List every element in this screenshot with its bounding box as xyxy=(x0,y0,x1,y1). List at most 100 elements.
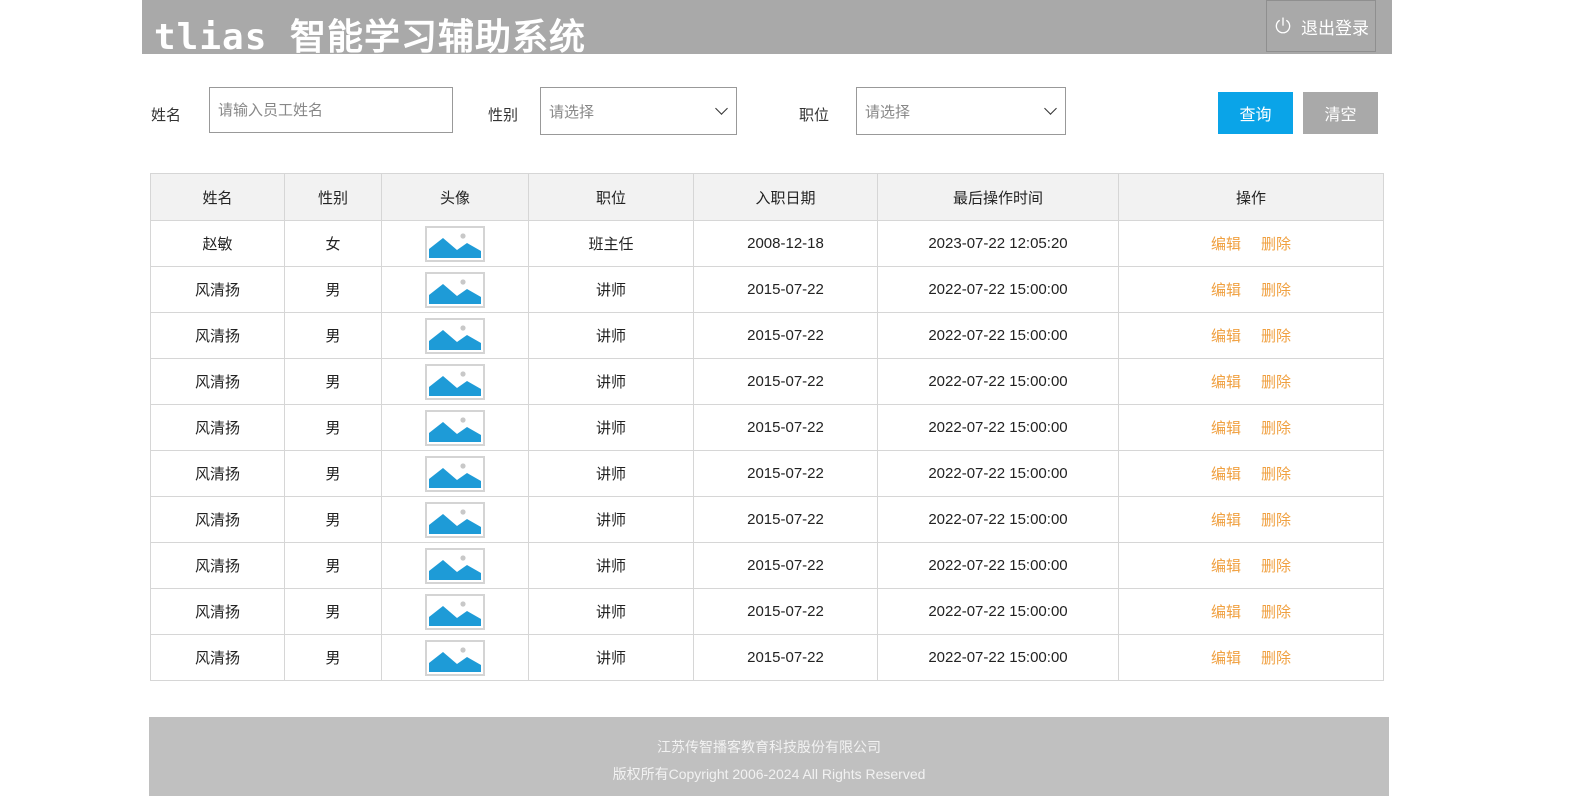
cell-entry-date: 2015-07-22 xyxy=(693,588,878,635)
image-placeholder-icon xyxy=(425,363,485,400)
cell-actions: 编辑 删除 xyxy=(1118,312,1384,359)
table-row: 风清扬男 讲师 2015-07-22 2022-07-22 15:00:00 编辑 删除 xyxy=(150,266,1384,313)
delete-link[interactable]: 删除 xyxy=(1261,282,1291,299)
cell-avatar xyxy=(381,450,529,497)
cell-actions: 编辑 删除 xyxy=(1118,358,1384,405)
cell-update-time: 2022-07-22 15:00:00 xyxy=(877,634,1119,681)
cell-avatar xyxy=(381,220,529,267)
cell-job: 讲师 xyxy=(528,266,694,313)
cell-actions: 编辑 删除 xyxy=(1118,542,1384,589)
logout-label: 退出登录 xyxy=(1301,18,1369,38)
gender-select-value: 请选择 xyxy=(549,103,595,121)
delete-link[interactable]: 删除 xyxy=(1261,558,1291,575)
cell-entry-date: 2015-07-22 xyxy=(693,496,878,543)
cell-gender: 男 xyxy=(284,588,382,635)
cell-update-time: 2022-07-22 15:00:00 xyxy=(877,358,1119,405)
chevron-down-icon xyxy=(1044,102,1057,115)
cell-update-time: 2022-07-22 15:00:00 xyxy=(877,588,1119,635)
image-placeholder-icon xyxy=(425,409,485,446)
cell-update-time: 2022-07-22 15:00:00 xyxy=(877,450,1119,497)
cell-entry-date: 2008-12-18 xyxy=(693,220,878,267)
table-body: 赵敏女班主任 2008-12-18 2023-07-22 12:05:20 编辑 删除风… xyxy=(150,220,1384,681)
job-select-value: 请选择 xyxy=(865,103,911,121)
delete-link[interactable]: 删除 xyxy=(1261,374,1291,391)
image-placeholder-icon xyxy=(425,639,485,676)
edit-link[interactable]: 编辑 xyxy=(1211,512,1241,529)
edit-link[interactable]: 编辑 xyxy=(1211,374,1241,391)
delete-link[interactable]: 删除 xyxy=(1261,650,1291,667)
column-header-update-time: 最后操作时间 xyxy=(877,173,1119,221)
cell-gender: 女 xyxy=(284,220,382,267)
cell-actions: 编辑 删除 xyxy=(1118,266,1384,313)
table-row: 风清扬男 讲师 2015-07-22 2022-07-22 15:00:00 编辑 删除 xyxy=(150,634,1384,681)
cell-gender: 男 xyxy=(284,358,382,405)
cell-entry-date: 2015-07-22 xyxy=(693,542,878,589)
table-row: 赵敏女 班主任 2008-12-18 2023-07-22 12:05:20 编辑 删除 xyxy=(150,220,1384,267)
image-placeholder-icon xyxy=(425,501,485,538)
cell-actions: 编辑 删除 xyxy=(1118,496,1384,543)
cell-gender: 男 xyxy=(284,312,382,359)
cell-update-time: 2022-07-22 15:00:00 xyxy=(877,404,1119,451)
cell-name: 风清扬 xyxy=(150,358,285,405)
edit-link[interactable]: 编辑 xyxy=(1211,466,1241,483)
cell-actions: 编辑 删除 xyxy=(1118,220,1384,267)
cell-avatar xyxy=(381,496,529,543)
table-row: 风清扬男 讲师 2015-07-22 2022-07-22 15:00:00 编辑 删除 xyxy=(150,450,1384,497)
edit-link[interactable]: 编辑 xyxy=(1211,236,1241,253)
cell-name: 风清扬 xyxy=(150,634,285,681)
delete-link[interactable]: 删除 xyxy=(1261,512,1291,529)
delete-link[interactable]: 删除 xyxy=(1261,466,1291,483)
employee-table: 姓名 性别 头像 职位 入职日期 最后操作时间 操作 赵敏女 班主任 2008-12… xyxy=(150,173,1384,681)
cell-avatar xyxy=(381,542,529,589)
edit-link[interactable]: 编辑 xyxy=(1211,558,1241,575)
cell-job: 讲师 xyxy=(528,312,694,359)
table-row: 风清扬男 讲师 2015-07-22 2022-07-22 15:00:00 编辑 删除 xyxy=(150,404,1384,451)
cell-update-time: 2023-07-22 12:05:20 xyxy=(877,220,1119,267)
cell-actions: 编辑 删除 xyxy=(1118,404,1384,451)
table-row: 风清扬男 讲师 2015-07-22 2022-07-22 15:00:00 编辑 删除 xyxy=(150,358,1384,405)
cell-gender: 男 xyxy=(284,634,382,681)
edit-link[interactable]: 编辑 xyxy=(1211,604,1241,621)
cell-actions: 编辑 删除 xyxy=(1118,450,1384,497)
edit-link[interactable]: 编辑 xyxy=(1211,282,1241,299)
cell-name: 风清扬 xyxy=(150,496,285,543)
gender-select[interactable]: 请选择 xyxy=(540,87,737,135)
logout-button[interactable]: 退出登录 xyxy=(1266,0,1376,52)
cell-name: 风清扬 xyxy=(150,542,285,589)
cell-job: 班主任 xyxy=(528,220,694,267)
cell-avatar xyxy=(381,588,529,635)
edit-link[interactable]: 编辑 xyxy=(1211,328,1241,345)
delete-link[interactable]: 删除 xyxy=(1261,236,1291,253)
cell-job: 讲师 xyxy=(528,450,694,497)
cell-entry-date: 2015-07-22 xyxy=(693,450,878,497)
column-header-avatar: 头像 xyxy=(381,173,529,221)
cell-avatar xyxy=(381,634,529,681)
table-row: 风清扬男 讲师 2015-07-22 2022-07-22 15:00:00 编辑 删除 xyxy=(150,496,1384,543)
job-select[interactable]: 请选择 xyxy=(856,87,1066,135)
footer-company: 江苏传智播客教育科技股份有限公司 xyxy=(657,739,881,755)
page-footer: 江苏传智播客教育科技股份有限公司 版权所有Copyright 2006-2024… xyxy=(149,717,1389,796)
delete-link[interactable]: 删除 xyxy=(1261,420,1291,437)
cell-avatar xyxy=(381,266,529,313)
image-placeholder-icon xyxy=(425,455,485,492)
name-search-input[interactable] xyxy=(209,87,453,133)
delete-link[interactable]: 删除 xyxy=(1261,604,1291,621)
employee-table-container: 姓名 性别 头像 职位 入职日期 最后操作时间 操作 赵敏女 班主任 2008-12… xyxy=(150,173,1384,681)
cell-gender: 男 xyxy=(284,496,382,543)
query-button[interactable]: 查询 xyxy=(1218,92,1293,134)
delete-link[interactable]: 删除 xyxy=(1261,328,1291,345)
cell-actions: 编辑 删除 xyxy=(1118,588,1384,635)
app-title: tlias 智能学习辅助系统 xyxy=(154,17,587,58)
image-placeholder-icon xyxy=(425,271,485,308)
edit-link[interactable]: 编辑 xyxy=(1211,650,1241,667)
cell-name: 风清扬 xyxy=(150,312,285,359)
table-row: 风清扬男 讲师 2015-07-22 2022-07-22 15:00:00 编辑 删除 xyxy=(150,542,1384,589)
cell-update-time: 2022-07-22 15:00:00 xyxy=(877,542,1119,589)
cell-update-time: 2022-07-22 15:00:00 xyxy=(877,266,1119,313)
cell-update-time: 2022-07-22 15:00:00 xyxy=(877,312,1119,359)
job-label: 职位 xyxy=(799,107,830,124)
clear-button[interactable]: 清空 xyxy=(1303,92,1378,134)
edit-link[interactable]: 编辑 xyxy=(1211,420,1241,437)
table-row: 风清扬男 讲师 2015-07-22 2022-07-22 15:00:00 编辑 删除 xyxy=(150,588,1384,635)
cell-job: 讲师 xyxy=(528,404,694,451)
